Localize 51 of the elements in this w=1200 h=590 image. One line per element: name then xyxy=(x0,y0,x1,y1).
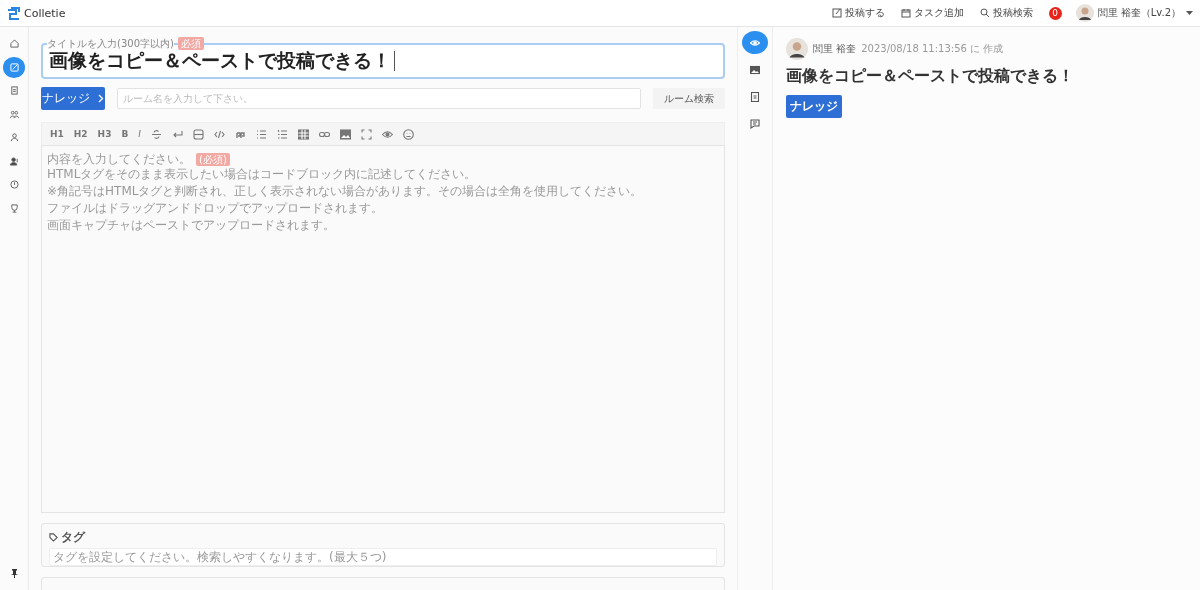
tag-icon xyxy=(49,533,58,542)
notification-badge[interactable]: 0 xyxy=(1048,6,1062,20)
content-placeholder: 内容を入力してください。 xyxy=(47,152,191,166)
format-button[interactable]: H3 xyxy=(97,129,112,139)
tag-title: タグ xyxy=(61,529,85,546)
header-action[interactable]: 投稿する xyxy=(831,6,885,20)
smiley-icon[interactable] xyxy=(402,128,414,140)
tag-field[interactable]: タグを設定してください。検索しやすくなります。(最大５つ) xyxy=(49,548,717,566)
content-area[interactable]: 内容を入力してください。 (必須) HTMLタグをそのまま表示したい場合はコードブロック内に記述してください。 ※角記号はHTMLタグと判断され、正しく表示されない場合があります。その場合は全角を使用してください。 ファイルはドラッグアンドドロップでアップロードされます。 画面キャプチャはペーストでアップロードされます。 xyxy=(41,145,725,513)
avatar-icon xyxy=(786,38,808,60)
required-tag: 必須 xyxy=(177,37,204,50)
content-hint: ※角記号はHTMLタグと判断され、正しく表示されない場合があります。その場合は全角を使用してください。 xyxy=(47,184,644,198)
edit-icon[interactable] xyxy=(3,56,25,78)
image-icon[interactable] xyxy=(339,128,351,140)
table-icon[interactable] xyxy=(297,128,309,140)
fullscreen-icon[interactable] xyxy=(360,128,372,140)
hr-icon[interactable] xyxy=(192,128,204,140)
app-logo: Colletie xyxy=(24,6,66,20)
format-button[interactable]: H1 xyxy=(50,129,64,139)
content-hint: ファイルはドラッグアンドドロップでアップロードされます。 xyxy=(47,201,384,215)
format-button[interactable]: B xyxy=(121,129,129,139)
format-button[interactable]: I xyxy=(138,129,141,139)
strikethrough-icon[interactable] xyxy=(150,128,162,140)
calendar-icon xyxy=(900,8,911,18)
room-search-button[interactable]: ルーム検索 xyxy=(653,88,725,109)
pin-icon[interactable] xyxy=(10,569,18,578)
eye-icon[interactable] xyxy=(742,31,768,54)
logo-icon xyxy=(7,6,20,20)
return-icon[interactable] xyxy=(171,128,183,140)
format-button[interactable]: H2 xyxy=(73,129,88,139)
author-name: 閭里 裕奎 xyxy=(813,42,857,56)
content-hint: 画面キャプチャはペーストでアップロードされます。 xyxy=(47,218,336,232)
edit-icon xyxy=(831,8,842,18)
content-hint: HTMLタグをそのまま表示したい場合はコードブロック内に記述してください。 xyxy=(47,167,478,181)
category-button[interactable]: ナレッジ xyxy=(41,87,105,110)
caret-icon xyxy=(1186,10,1193,16)
search-icon xyxy=(979,8,990,18)
user-menu[interactable]: 閭里 裕奎（Lv.2） xyxy=(1097,6,1193,20)
number-list-icon[interactable] xyxy=(276,128,288,140)
avatar-icon xyxy=(1075,4,1094,22)
eye-icon[interactable] xyxy=(381,128,393,140)
category-tag: ナレッジ xyxy=(786,95,842,118)
code-icon[interactable] xyxy=(213,128,225,140)
required-tag: (必須) xyxy=(196,152,230,166)
created-date: 2023/08/18 11:13:56 に 作成 xyxy=(861,42,1004,56)
chevron-icon xyxy=(98,94,104,103)
header-action[interactable]: タスク追加 xyxy=(900,6,964,20)
bullet-list-icon[interactable] xyxy=(255,128,267,140)
title-label: タイトルを入力(300字以内) xyxy=(47,38,174,49)
header-action[interactable]: 投稿検索 xyxy=(979,6,1033,20)
preview-title: 画像をコピー＆ペーストで投稿できる！ xyxy=(786,66,1075,87)
